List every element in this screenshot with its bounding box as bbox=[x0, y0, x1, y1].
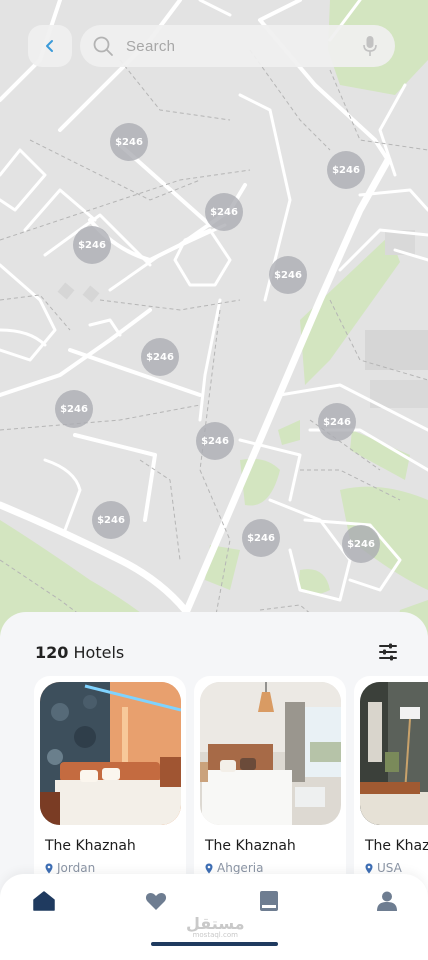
heart-icon bbox=[145, 892, 167, 910]
hotel-card[interactable]: The Khaznah Ahgeria bbox=[194, 676, 346, 906]
map-price-pin[interactable]: $246 bbox=[141, 338, 179, 376]
results-count-label: Hotels bbox=[73, 642, 125, 662]
location-pin-icon bbox=[365, 863, 373, 873]
hotel-name: The Khaznah bbox=[365, 838, 428, 854]
hotel-photo bbox=[360, 682, 428, 825]
search-input[interactable]: Search bbox=[126, 38, 363, 55]
back-button[interactable] bbox=[28, 25, 72, 67]
map-price-pin[interactable]: $246 bbox=[327, 151, 365, 189]
map-price-pin[interactable]: $246 bbox=[318, 403, 356, 441]
microphone-icon[interactable] bbox=[363, 35, 377, 57]
map-price-pin[interactable]: $246 bbox=[73, 226, 111, 264]
map-price-pin[interactable]: $246 bbox=[92, 501, 130, 539]
bottom-tab-bar: مستقل mostaql.com bbox=[0, 874, 428, 960]
map-price-pin[interactable]: $246 bbox=[242, 519, 280, 557]
home-icon bbox=[33, 891, 55, 911]
results-header: 120 Hotels bbox=[35, 639, 398, 665]
hotel-location: Ahgeria bbox=[205, 861, 263, 875]
location-pin-icon bbox=[45, 863, 53, 873]
results-count-number: 120 bbox=[35, 642, 69, 662]
home-indicator bbox=[151, 942, 278, 946]
results-count: 120 Hotels bbox=[35, 643, 124, 662]
hotel-location-text: USA bbox=[377, 861, 402, 875]
hotel-name: The Khaznah bbox=[45, 838, 136, 854]
map-view[interactable]: $246 $246 $246 $246 $246 $246 $246 $246 … bbox=[0, 0, 428, 660]
hotel-carousel[interactable]: The Khaznah Jordan The Khaznah Ahgeria T… bbox=[34, 676, 428, 906]
chevron-left-icon bbox=[46, 40, 53, 52]
hotel-card[interactable]: The Khaznah Jordan bbox=[34, 676, 186, 906]
search-bar[interactable]: Search bbox=[80, 25, 395, 67]
tab-profile[interactable] bbox=[375, 889, 399, 913]
hotel-location-text: Ahgeria bbox=[217, 861, 264, 875]
map-price-pin[interactable]: $246 bbox=[196, 422, 234, 460]
hotel-name: The Khaznah bbox=[205, 838, 296, 854]
hotel-photo bbox=[200, 682, 341, 825]
hotel-location-text: Jordan bbox=[57, 861, 96, 875]
hotel-card[interactable]: The Khaznah USA bbox=[354, 676, 428, 906]
tab-favorites[interactable] bbox=[144, 889, 168, 913]
user-icon bbox=[377, 891, 397, 911]
hotel-location: USA bbox=[365, 861, 402, 875]
map-price-pin[interactable]: $246 bbox=[110, 123, 148, 161]
search-icon bbox=[93, 36, 113, 56]
filter-icon[interactable] bbox=[378, 643, 398, 661]
map-price-pin[interactable]: $246 bbox=[205, 193, 243, 231]
hotel-photo bbox=[40, 682, 181, 825]
map-price-pin[interactable]: $246 bbox=[342, 525, 380, 563]
hotel-location: Jordan bbox=[45, 861, 95, 875]
book-icon bbox=[260, 891, 278, 911]
tab-bookings[interactable] bbox=[257, 889, 281, 913]
watermark-subtext: mostaql.com bbox=[192, 931, 238, 939]
location-pin-icon bbox=[205, 863, 213, 873]
map-price-pin[interactable]: $246 bbox=[269, 256, 307, 294]
watermark: مستقل mostaql.com bbox=[186, 914, 245, 939]
tab-home[interactable] bbox=[32, 889, 56, 913]
map-price-pin[interactable]: $246 bbox=[55, 390, 93, 428]
